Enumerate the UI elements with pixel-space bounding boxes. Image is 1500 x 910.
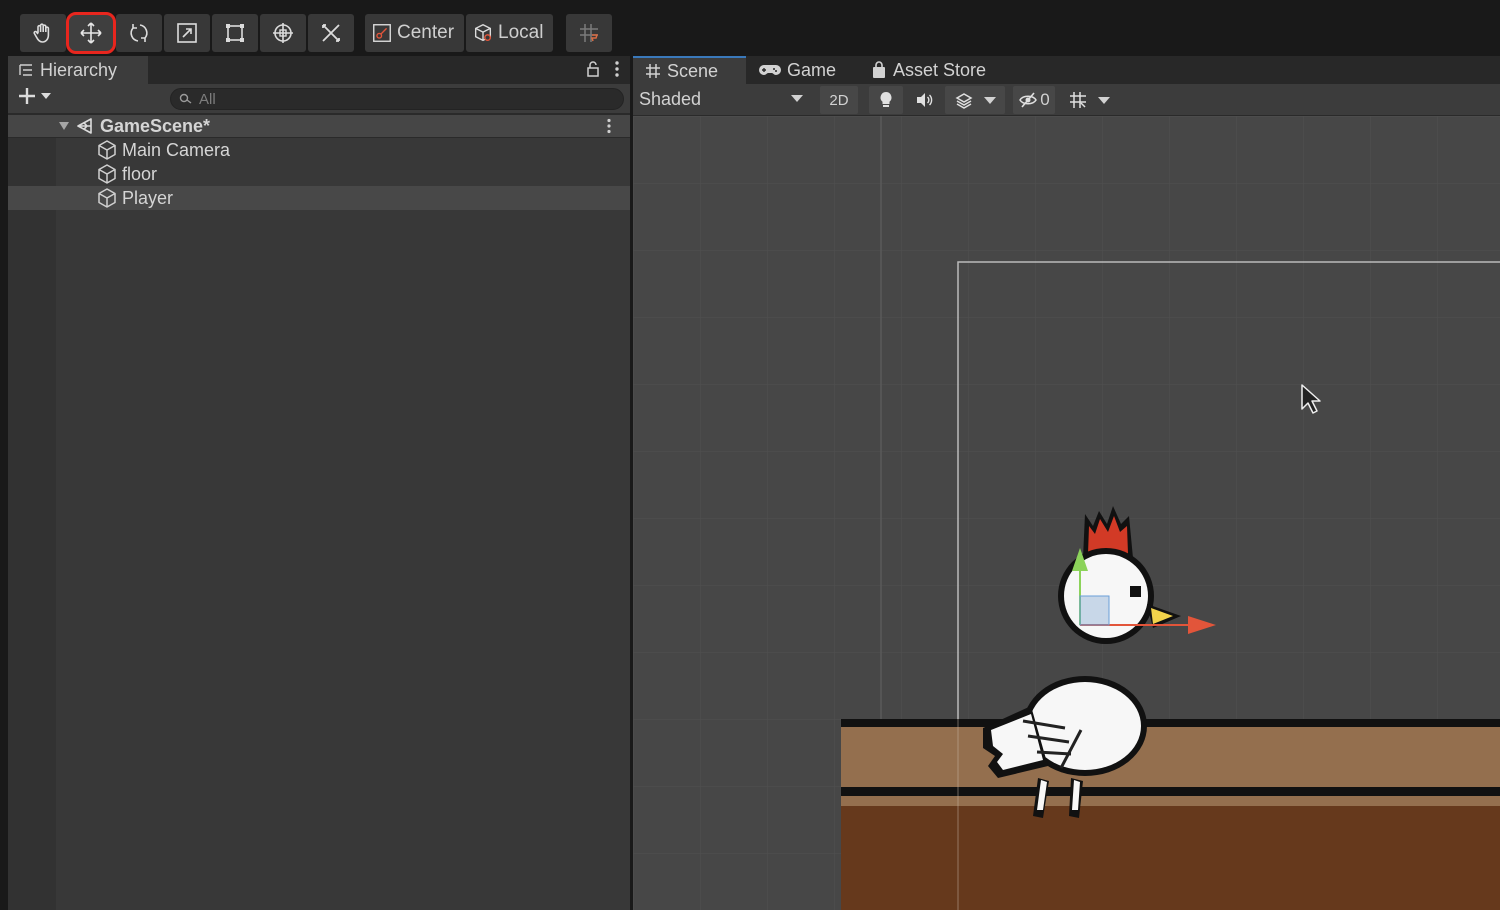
floor-grass-band (841, 727, 1500, 787)
lock-icon[interactable] (586, 60, 600, 78)
scale-icon (177, 23, 197, 43)
floor-dirt (841, 806, 1500, 910)
floor-top-edge (841, 719, 1500, 727)
custom-tools-icon (322, 24, 340, 42)
pivot-local-label: Local (498, 22, 544, 43)
scene-toolbar: Shaded 2D 0 (633, 84, 1500, 116)
pivot-local-toggle[interactable]: Local (466, 14, 554, 52)
rect-tool-button[interactable] (212, 14, 258, 52)
grid-snap-icon (580, 24, 599, 42)
chevron-down-icon (791, 95, 803, 102)
hierarchy-tabbar: Hierarchy (8, 56, 630, 84)
toggle-2d-label: 2D (829, 91, 849, 109)
chevron-down-icon (984, 96, 996, 104)
chevron-down-icon (41, 93, 51, 99)
gizmos-dropdown[interactable] (1059, 86, 1119, 114)
custom-tool-button[interactable] (308, 14, 354, 52)
hierarchy-panel: Hierarchy All GameScene* Main Camera flo… (8, 56, 630, 910)
layers-effects-icon (955, 93, 973, 109)
floor-divider (841, 787, 1500, 796)
hierarchy-tab-actions (586, 60, 620, 78)
move-arrows-icon (80, 22, 102, 44)
pivot-toggles-group: Center Local (365, 14, 554, 52)
effects-dropdown[interactable] (945, 86, 1005, 114)
scene-panel: Scene Game Asset Store Shaded 2D 0 (633, 56, 1500, 910)
toggle-2d-button[interactable]: 2D (820, 86, 858, 114)
tab-asset-store[interactable]: Asset Store (859, 56, 1009, 84)
hierarchy-gutter (8, 114, 56, 910)
scene-name: GameScene* (100, 115, 211, 136)
tab-asset-store-label: Asset Store (893, 59, 987, 80)
move-tool-button[interactable] (66, 12, 116, 54)
hierarchy-search-input[interactable]: All (170, 88, 624, 110)
scene-tabbar: Scene Game Asset Store (633, 56, 1500, 84)
shading-mode-label: Shaded (639, 88, 702, 109)
scene-viewport[interactable] (633, 116, 1500, 910)
gameobject-cube-icon (98, 164, 116, 184)
gizmo-plane-handle[interactable] (1079, 595, 1110, 626)
hierarchy-tree: GameScene* Main Camera floor Player (8, 114, 630, 910)
tab-game-label: Game (787, 59, 837, 80)
hidden-count: 0 (1040, 90, 1050, 109)
hierarchy-list-icon (19, 64, 32, 76)
tab-scene-label: Scene (667, 60, 719, 81)
grid-snap-button[interactable] (566, 14, 612, 52)
pivot-center-icon (373, 24, 391, 42)
hidden-objects-toggle[interactable]: 0 (1013, 86, 1055, 114)
hierarchy-item-label: Player (122, 187, 174, 208)
rotate-icon (130, 24, 148, 42)
tab-scene[interactable]: Scene (633, 56, 746, 84)
search-placeholder: All (199, 90, 216, 108)
chicken-eye (1130, 586, 1141, 597)
plus-icon (19, 88, 35, 104)
more-options-icon[interactable] (614, 60, 620, 78)
audio-toggle[interactable] (907, 86, 941, 114)
hierarchy-toolbar: All (8, 84, 630, 114)
gamepad-icon (759, 65, 781, 75)
rect-transform-icon (226, 24, 244, 42)
hierarchy-item-label: floor (122, 163, 158, 184)
snap-group (566, 14, 612, 52)
hierarchy-item-label: Main Camera (122, 139, 231, 160)
scene-root-row[interactable]: GameScene* (8, 114, 630, 138)
tab-hierarchy-label: Hierarchy (40, 59, 118, 80)
speaker-icon (917, 93, 933, 107)
floor-sprite[interactable] (841, 719, 1500, 910)
eye-slash-icon (1019, 92, 1038, 108)
hierarchy-item-main-camera[interactable]: Main Camera (8, 138, 630, 162)
transform-tools-group (20, 12, 354, 54)
create-object-button[interactable] (18, 87, 52, 105)
shopping-bag-icon (873, 61, 885, 78)
gameobject-cube-icon (98, 140, 116, 160)
floor-light-stripe (841, 796, 1500, 806)
scale-tool-button[interactable] (164, 14, 210, 52)
chevron-down-icon (1098, 96, 1110, 104)
transform-icon (273, 23, 293, 43)
expand-triangle-icon[interactable] (58, 120, 70, 132)
tab-hierarchy[interactable]: Hierarchy (8, 56, 148, 84)
hand-tool-button[interactable] (20, 14, 66, 52)
pivot-center-toggle[interactable]: Center (365, 14, 465, 52)
grid-icon (646, 64, 660, 78)
main-toolbar: Center Local (0, 0, 1500, 56)
gameobject-cube-icon (98, 188, 116, 208)
rotate-tool-button[interactable] (116, 14, 162, 52)
local-space-icon (475, 23, 492, 42)
lightbulb-icon (880, 92, 892, 107)
pivot-center-label: Center (397, 22, 455, 43)
lighting-toggle[interactable] (869, 86, 903, 114)
tab-game[interactable]: Game (747, 56, 857, 84)
grid-gizmo-icon (1070, 92, 1086, 108)
transform-tool-button[interactable] (260, 14, 306, 52)
hierarchy-item-floor[interactable]: floor (8, 162, 630, 186)
hand-icon (33, 23, 50, 43)
shading-mode-dropdown[interactable]: Shaded (633, 84, 811, 114)
scene-more-icon[interactable] (606, 118, 612, 134)
unity-scene-icon (77, 118, 92, 134)
hierarchy-item-player[interactable]: Player (8, 186, 630, 210)
search-icon (179, 93, 192, 104)
